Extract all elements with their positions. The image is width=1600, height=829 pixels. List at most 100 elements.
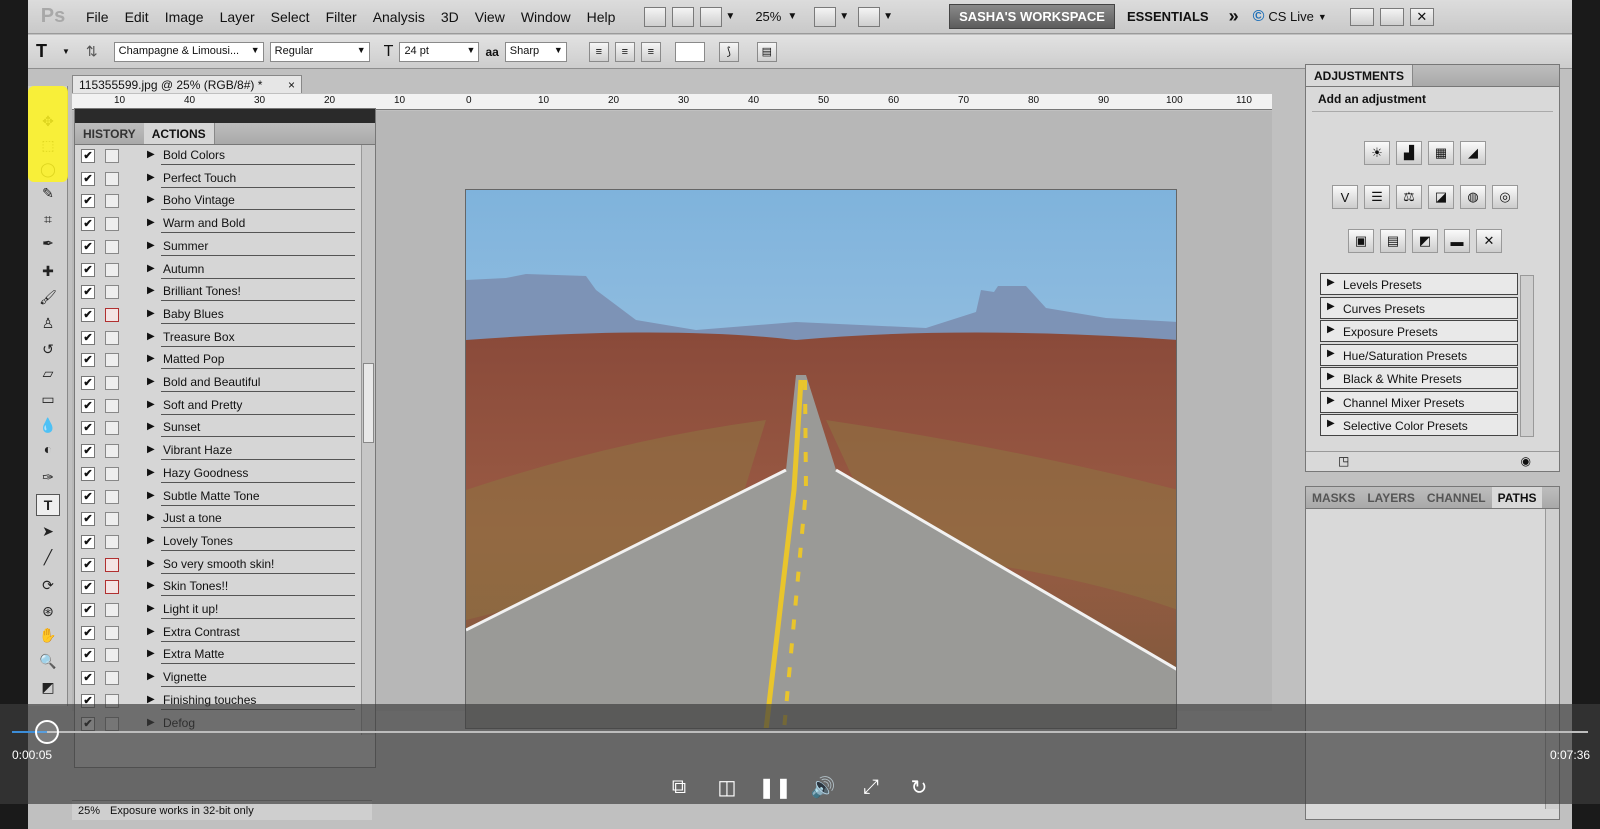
tab-channels[interactable]: CHANNEL — [1421, 487, 1492, 508]
action-row[interactable]: ✔ ▶ Summer — [75, 236, 361, 258]
more-workspaces-button[interactable]: » — [1229, 6, 1239, 27]
tab-adjustments[interactable]: ADJUSTMENTS — [1306, 65, 1414, 86]
expand-triangle-icon[interactable]: ▶ — [147, 421, 155, 432]
align-right-icon[interactable]: ≡ — [640, 41, 661, 62]
dialog-toggle[interactable] — [105, 171, 119, 186]
blur-tool-icon[interactable]: 💧 — [36, 414, 60, 436]
adjustment-preset-item[interactable]: ▶ Black & White Presets — [1320, 367, 1518, 389]
threshold-icon[interactable]: ◩ — [1412, 229, 1438, 253]
menu-edit[interactable]: Edit — [117, 9, 157, 25]
expand-triangle-icon[interactable]: ▶ — [147, 535, 155, 546]
presets-scrollbar[interactable] — [1520, 275, 1534, 437]
expand-triangle-icon[interactable]: ▶ — [147, 648, 155, 659]
antialias-select[interactable]: Sharp ▼ — [504, 41, 567, 62]
chevron-down-icon[interactable]: ▼ — [787, 11, 797, 22]
action-toggle-checkbox[interactable]: ✔ — [81, 217, 95, 232]
hand-tool-icon[interactable]: ✋ — [36, 624, 60, 646]
adjustment-mask-icon[interactable]: ◉ — [1521, 454, 1531, 471]
close-icon[interactable]: × — [288, 78, 295, 92]
expand-triangle-icon[interactable]: ▶ — [147, 467, 155, 478]
dialog-toggle[interactable] — [105, 262, 119, 277]
action-row[interactable]: ✔ ▶ Just a tone — [75, 508, 361, 530]
expand-triangle-icon[interactable]: ▶ — [147, 626, 155, 637]
expand-triangle-icon[interactable]: ▶ — [147, 580, 155, 591]
tab-history[interactable]: HISTORY — [75, 123, 144, 144]
menu-3d[interactable]: 3D — [433, 9, 467, 25]
volume-icon[interactable]: 🔊 — [808, 772, 838, 802]
expand-triangle-icon[interactable]: ▶ — [1327, 277, 1335, 288]
expand-triangle-icon[interactable]: ▶ — [147, 172, 155, 183]
mini-bridge-icon[interactable] — [672, 6, 695, 27]
gradient-tool-icon[interactable]: ▭ — [36, 388, 60, 410]
3d-rotate-icon[interactable]: ⟳ — [36, 574, 60, 596]
chevron-down-icon[interactable]: ▼ — [725, 11, 735, 22]
action-toggle-checkbox[interactable]: ✔ — [81, 149, 95, 163]
view-extras-icon[interactable] — [700, 6, 723, 27]
action-row[interactable]: ✔ ▶ Autumn — [75, 259, 361, 281]
dialog-toggle[interactable] — [105, 421, 119, 436]
screen-mode-icon[interactable] — [858, 6, 881, 27]
pen-tool-icon[interactable]: ✑ — [36, 466, 60, 488]
chevron-down-icon[interactable]: ▼ — [839, 11, 849, 22]
action-toggle-checkbox[interactable]: ✔ — [81, 285, 95, 300]
expand-triangle-icon[interactable]: ▶ — [1327, 301, 1335, 312]
dialog-toggle[interactable] — [105, 625, 119, 640]
dialog-toggle[interactable] — [105, 398, 119, 413]
expand-triangle-icon[interactable]: ▶ — [147, 490, 155, 501]
action-row[interactable]: ✔ ▶ Brilliant Tones! — [75, 281, 361, 303]
dialog-toggle[interactable] — [105, 603, 119, 617]
action-row[interactable]: ✔ ▶ Extra Matte — [75, 644, 361, 666]
action-row[interactable]: ✔ ▶ Boho Vintage — [75, 190, 361, 212]
action-toggle-checkbox[interactable]: ✔ — [81, 489, 95, 504]
action-toggle-checkbox[interactable]: ✔ — [81, 353, 95, 368]
dialog-toggle[interactable] — [105, 557, 119, 572]
adjustment-preset-item[interactable]: ▶ Selective Color Presets — [1320, 414, 1518, 436]
menu-filter[interactable]: Filter — [318, 9, 365, 25]
action-toggle-checkbox[interactable]: ✔ — [81, 194, 95, 209]
action-toggle-checkbox[interactable]: ✔ — [81, 534, 95, 549]
action-row[interactable]: ✔ ▶ Perfect Touch — [75, 168, 361, 190]
action-toggle-checkbox[interactable]: ✔ — [81, 307, 95, 322]
brightness-icon[interactable]: ☀ — [1364, 141, 1390, 165]
history-brush-icon[interactable]: ↺ — [36, 338, 60, 360]
action-row[interactable]: ✔ ▶ Vignette — [75, 667, 361, 689]
dialog-toggle[interactable] — [105, 239, 119, 254]
color-swatches-icon[interactable]: ◩ — [36, 676, 60, 698]
tab-actions[interactable]: ACTIONS — [143, 123, 215, 144]
type-tool-icon[interactable]: T — [36, 41, 56, 62]
expand-triangle-icon[interactable]: ▶ — [1327, 324, 1335, 335]
dialog-toggle[interactable] — [105, 534, 119, 549]
dialog-toggle[interactable] — [105, 512, 119, 527]
tab-layers[interactable]: LAYERS — [1361, 487, 1421, 508]
adjustment-preset-item[interactable]: ▶ Levels Presets — [1320, 273, 1518, 295]
crop-tool-icon[interactable]: ⌗ — [36, 208, 60, 230]
line-tool-icon[interactable]: ╱ — [36, 546, 60, 568]
expand-triangle-icon[interactable]: ▶ — [1327, 348, 1335, 359]
workspace-button[interactable]: SASHA'S WORKSPACE — [949, 4, 1115, 29]
action-toggle-checkbox[interactable]: ✔ — [81, 557, 95, 572]
expand-triangle-icon[interactable]: ▶ — [147, 512, 155, 523]
clone-stamp-icon[interactable]: ♙ — [36, 312, 60, 334]
action-toggle-checkbox[interactable]: ✔ — [81, 376, 95, 390]
document-photo[interactable] — [465, 189, 1177, 729]
action-toggle-checkbox[interactable]: ✔ — [81, 398, 95, 413]
close-icon[interactable]: ✕ — [1409, 7, 1434, 26]
scroll-thumb[interactable] — [363, 363, 374, 443]
menu-analysis[interactable]: Analysis — [365, 9, 433, 25]
chevron-down-icon[interactable]: ▼ — [883, 11, 893, 22]
tab-masks[interactable]: MASKS — [1306, 487, 1361, 508]
action-row[interactable]: ✔ ▶ Skin Tones!! — [75, 576, 361, 598]
action-toggle-checkbox[interactable]: ✔ — [81, 171, 95, 186]
text-orientation-icon[interactable]: ⇅ — [86, 43, 98, 60]
dodge-tool-icon[interactable]: ◐ — [36, 438, 60, 460]
action-row[interactable]: ✔ ▶ Treasure Box — [75, 327, 361, 349]
expand-triangle-icon[interactable]: ▶ — [147, 603, 155, 614]
actions-scrollbar[interactable] — [361, 145, 375, 735]
action-row[interactable]: ✔ ▶ Extra Contrast — [75, 622, 361, 644]
selective-color-icon[interactable]: ✕ — [1476, 229, 1502, 253]
minimize-icon[interactable] — [1349, 7, 1374, 26]
expand-triangle-icon[interactable]: ▶ — [147, 671, 155, 682]
photo-filter-icon[interactable]: ◍ — [1460, 185, 1486, 209]
adjustment-clip-icon[interactable]: ◳ — [1338, 454, 1349, 471]
dialog-toggle[interactable] — [105, 376, 119, 390]
